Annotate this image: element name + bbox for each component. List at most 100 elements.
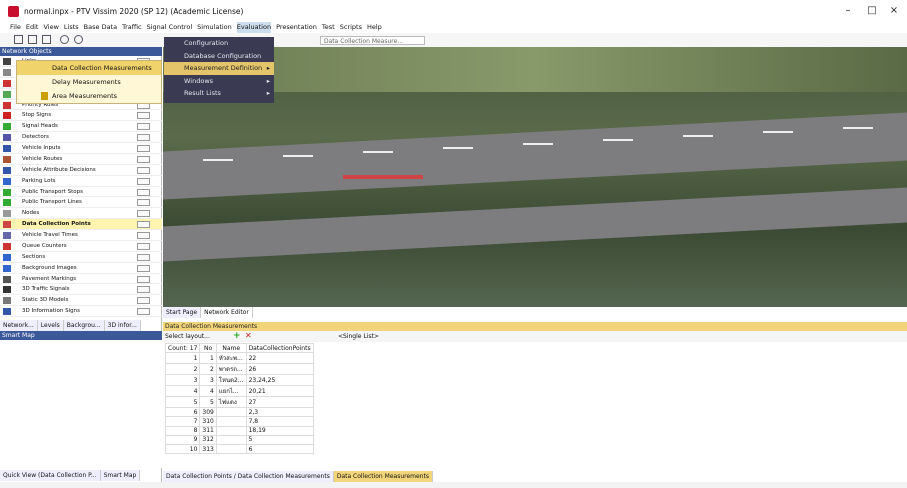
table-cell[interactable]: 1 xyxy=(199,352,217,365)
submenu-item-area[interactable]: Area Measurements xyxy=(17,89,161,103)
table-cell[interactable]: ไฟแดง xyxy=(215,396,247,409)
network-object-item[interactable]: 3D Traffic Signals xyxy=(0,284,162,296)
menu-item-configuration[interactable]: Configuration xyxy=(164,37,274,50)
tab-measurements[interactable]: Data Collection Measurements xyxy=(333,471,433,482)
network-object-item[interactable]: Public Transport Lines xyxy=(0,197,162,209)
network-object-item[interactable]: Parking Lots xyxy=(0,176,162,187)
network-object-item[interactable]: Vehicle Routes xyxy=(0,154,162,165)
table-row[interactable]: 2 2 พาดรถ... 26 xyxy=(164,363,314,376)
table-cell[interactable] xyxy=(215,425,247,436)
tab-start-page[interactable]: Start Page xyxy=(163,307,202,318)
table-cell[interactable]: 4 xyxy=(199,385,217,398)
network-object-item[interactable]: Public Transport Stops xyxy=(0,187,162,198)
undo-icon[interactable] xyxy=(60,35,69,44)
table-cell[interactable]: 7 xyxy=(164,416,201,427)
table-row[interactable]: 7 310 7,8 xyxy=(164,416,314,427)
col-name-header[interactable]: Name xyxy=(215,342,247,354)
menu-file[interactable]: File xyxy=(10,22,21,33)
table-cell[interactable]: 311 xyxy=(199,425,217,436)
table-cell[interactable]: 10 xyxy=(164,443,201,455)
table-cell[interactable]: 310 xyxy=(199,416,217,427)
style-preview[interactable] xyxy=(137,242,150,250)
style-preview[interactable] xyxy=(137,275,150,283)
table-cell[interactable]: 9 xyxy=(164,434,201,445)
tab-backgrounds[interactable]: Backgrou... xyxy=(63,320,105,331)
style-preview[interactable] xyxy=(137,286,150,294)
network-object-item[interactable]: Vehicle Travel Times xyxy=(0,230,162,241)
table-cell[interactable]: 2,3 xyxy=(245,407,314,418)
table-row[interactable]: 8 311 18,19 xyxy=(164,425,314,436)
open-file-icon[interactable] xyxy=(28,35,37,44)
table-row[interactable]: 6 309 2,3 xyxy=(164,407,314,418)
table-cell[interactable]: 309 xyxy=(199,407,217,418)
table-cell[interactable]: 22 xyxy=(245,352,314,365)
network-object-item[interactable]: Vehicle Inputs xyxy=(0,143,162,154)
network-object-item[interactable]: Vehicle Attribute Decisions xyxy=(0,165,162,176)
menu-evaluation[interactable]: Evaluation xyxy=(236,22,272,33)
network-object-item[interactable]: Signal Heads xyxy=(0,121,162,133)
menu-presentation[interactable]: Presentation xyxy=(276,22,317,33)
table-row[interactable]: 4 4 แยกไ... 20,21 xyxy=(164,385,314,398)
network-object-item[interactable]: Background Images xyxy=(0,263,162,274)
table-cell[interactable]: 5 xyxy=(164,396,201,409)
close-button[interactable]: × xyxy=(884,4,904,18)
network-object-item[interactable]: Pavement Markings xyxy=(0,274,162,285)
table-cell[interactable]: แยกไ... xyxy=(215,385,247,398)
style-preview[interactable] xyxy=(137,145,150,152)
redo-icon[interactable] xyxy=(74,35,83,44)
style-preview[interactable] xyxy=(137,210,150,218)
style-preview[interactable] xyxy=(137,297,150,305)
menu-lists[interactable]: Lists xyxy=(64,22,79,33)
col-dcp-header[interactable]: DataCollectionPoints xyxy=(245,342,314,354)
table-cell[interactable]: หัวสะพ... xyxy=(215,352,247,365)
tab-points-measurements[interactable]: Data Collection Points / Data Collection… xyxy=(163,471,334,482)
menu-simulation[interactable]: Simulation xyxy=(197,22,232,33)
table-cell[interactable]: 7,8 xyxy=(245,416,314,427)
table-cell[interactable]: 313 xyxy=(199,443,217,455)
menu-item-database-configuration[interactable]: Database Configuration xyxy=(164,50,274,63)
menu-traffic[interactable]: Traffic xyxy=(122,22,142,33)
tab-quick-view[interactable]: Quick View (Data Collection P... xyxy=(0,470,101,481)
style-preview[interactable] xyxy=(137,199,150,207)
style-preview[interactable] xyxy=(137,188,150,196)
table-cell[interactable]: 1 xyxy=(164,352,201,365)
add-icon[interactable]: + xyxy=(233,332,241,341)
table-cell[interactable]: 312 xyxy=(199,434,217,445)
table-cell[interactable]: 18,19 xyxy=(245,425,314,436)
tab-levels[interactable]: Levels xyxy=(37,320,64,331)
style-preview[interactable] xyxy=(137,177,150,185)
table-cell[interactable]: 5 xyxy=(245,434,314,445)
table-cell[interactable]: 5 xyxy=(199,396,217,409)
table-cell[interactable]: 26 xyxy=(245,363,314,376)
tab-network-editor[interactable]: Network Editor xyxy=(201,307,253,318)
table-cell[interactable]: พาดรถ... xyxy=(215,363,247,376)
network-object-item[interactable]: Data Collection Points xyxy=(0,219,162,230)
table-row[interactable]: 1 1 หัวสะพ... 22 xyxy=(164,352,314,365)
style-preview[interactable] xyxy=(137,155,150,163)
table-cell[interactable]: โหนด2... xyxy=(215,374,247,387)
table-cell[interactable]: 3 xyxy=(164,374,201,387)
table-cell[interactable] xyxy=(215,443,247,455)
menu-scripts[interactable]: Scripts xyxy=(340,22,362,33)
single-list-dropdown[interactable]: <Single List> xyxy=(338,332,379,341)
table-cell[interactable]: 6 xyxy=(245,443,314,455)
network-canvas[interactable] xyxy=(163,47,907,307)
menu-test[interactable]: Test xyxy=(322,22,335,33)
table-row[interactable]: 10 313 6 xyxy=(164,443,314,455)
evaluation-field[interactable]: Data Collection Measure... xyxy=(320,36,425,45)
table-cell[interactable]: 20,21 xyxy=(245,385,314,398)
style-preview[interactable] xyxy=(137,253,150,261)
style-preview[interactable] xyxy=(137,166,150,174)
smart-map-area[interactable] xyxy=(0,340,162,468)
menu-item-windows[interactable]: Windows ▸ xyxy=(164,75,274,88)
table-row[interactable]: 3 3 โหนด2... 23,24,25 xyxy=(164,374,314,387)
table-cell[interactable]: 6 xyxy=(164,407,201,418)
save-icon[interactable] xyxy=(42,35,51,44)
network-object-item[interactable]: 3D Information Signs xyxy=(0,306,162,317)
network-object-item[interactable]: Sections xyxy=(0,252,162,263)
network-object-item[interactable]: Static 3D Models xyxy=(0,295,162,307)
network-object-item[interactable]: Stop Signs xyxy=(0,110,162,122)
style-preview[interactable] xyxy=(137,308,150,316)
tab-3d-info[interactable]: 3D infor... xyxy=(104,320,141,331)
table-cell[interactable]: 2 xyxy=(164,363,201,376)
